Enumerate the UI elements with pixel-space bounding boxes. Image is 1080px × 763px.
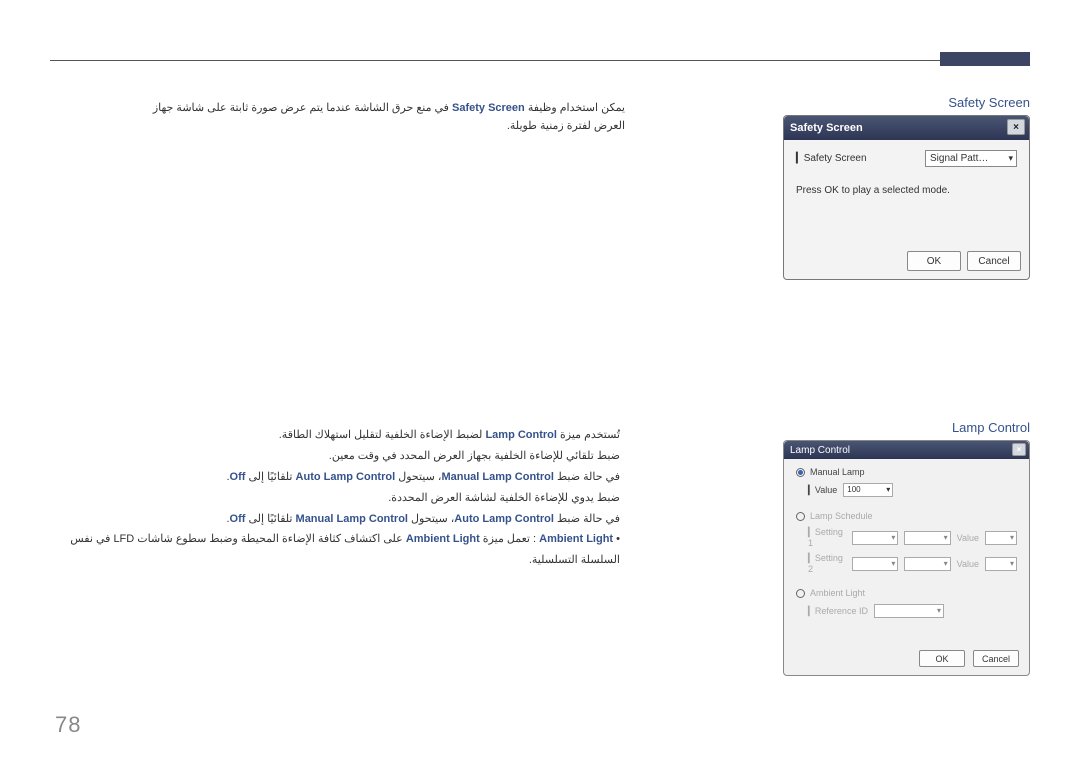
minute-select — [904, 531, 950, 545]
setting1-row: ▎Setting 1 Value — [808, 527, 1017, 548]
close-icon[interactable]: × — [1007, 119, 1025, 135]
setting2-row: ▎Setting 2 Value — [808, 553, 1017, 574]
text: ضبط تلقائي للإضاءة الخلفية بجهاز العرض ا… — [60, 446, 620, 467]
feature-name: Auto Lamp Control — [296, 471, 396, 483]
dialog-body: ▎Safety Screen Signal Patt… Press OK to … — [784, 140, 1029, 206]
lamp-control-heading: Lamp Control — [952, 420, 1030, 435]
text: تلقائيًا إلى — [245, 471, 295, 483]
value-label: Value — [957, 533, 979, 543]
feature-name: Ambient Light — [539, 533, 613, 545]
dialog-titlebar: Safety Screen × — [784, 116, 1029, 140]
dialog-body: Manual Lamp ▎Value 100 Lamp Schedule ▎Se… — [784, 459, 1029, 631]
value-label: ▎Value — [808, 485, 837, 496]
lamp-schedule-label: Lamp Schedule — [810, 511, 873, 521]
feature-name: Ambient Light — [406, 533, 480, 545]
page-number: 78 — [55, 712, 81, 738]
manual-lamp-radio-row[interactable]: Manual Lamp — [796, 467, 1017, 477]
text: : تعمل ميزة — [480, 533, 539, 545]
text: ، سيتحول — [395, 471, 441, 483]
radio-icon[interactable] — [796, 512, 805, 521]
safety-screen-dialog: Safety Screen × ▎Safety Screen Signal Pa… — [783, 115, 1030, 280]
ambient-light-label: Ambient Light — [810, 588, 865, 598]
minute-select — [904, 557, 950, 571]
text: في حالة ضبط — [554, 513, 620, 525]
value-row: ▎Value 100 — [808, 483, 1017, 497]
lamp-schedule-radio-row[interactable]: Lamp Schedule — [796, 511, 1017, 521]
ok-button[interactable]: OK — [907, 251, 961, 271]
dialog-message: Press OK to play a selected mode. — [796, 185, 1017, 196]
cancel-button[interactable]: Cancel — [967, 251, 1021, 271]
signal-pattern-select[interactable]: Signal Patt… — [925, 150, 1017, 167]
text: يمكن استخدام وظيفة — [525, 102, 625, 114]
dialog-title: Lamp Control — [790, 445, 850, 456]
ambient-light-radio-row[interactable]: Ambient Light — [796, 588, 1017, 598]
safety-screen-heading: Safety Screen — [948, 95, 1030, 110]
feature-name: Manual Lamp Control — [441, 471, 553, 483]
setting1-label: ▎Setting 1 — [808, 527, 846, 548]
ok-button[interactable]: OK — [919, 650, 965, 667]
dialog-title: Safety Screen — [790, 122, 863, 134]
value-select[interactable]: 100 — [843, 483, 893, 497]
value-select — [985, 531, 1017, 545]
reference-label: ▎Reference ID — [808, 606, 868, 617]
hour-select — [852, 531, 898, 545]
reference-row: ▎Reference ID — [808, 604, 1017, 618]
safety-screen-paragraph: يمكن استخدام وظيفة Safety Screen في منع … — [125, 100, 625, 135]
text: تلقائيًا إلى — [245, 513, 295, 525]
dialog-footer: OK Cancel — [919, 650, 1019, 667]
manual-lamp-label: Manual Lamp — [810, 467, 865, 477]
dialog-footer: OK Cancel — [907, 251, 1021, 271]
cancel-button[interactable]: Cancel — [973, 650, 1019, 667]
text: لضبط الإضاءة الخلفية لتقليل استهلاك الطا… — [279, 429, 486, 441]
lamp-control-dialog: Lamp Control × Manual Lamp ▎Value 100 La… — [783, 440, 1030, 676]
text: تُستخدم ميزة — [557, 429, 620, 441]
lamp-control-paragraphs: تُستخدم ميزة Lamp Control لضبط الإضاءة ا… — [60, 425, 620, 571]
off-label: Off — [230, 513, 246, 525]
top-rule — [50, 60, 1030, 61]
safety-screen-label: ▎Safety Screen — [796, 153, 867, 164]
text: ، سيتحول — [408, 513, 454, 525]
dialog-titlebar: Lamp Control × — [784, 441, 1029, 459]
value-label: Value — [957, 559, 979, 569]
feature-name: Manual Lamp Control — [296, 513, 408, 525]
radio-icon[interactable] — [796, 468, 805, 477]
text: ضبط يدوي للإضاءة الخلفية لشاشة العرض الم… — [60, 488, 620, 509]
feature-name: Safety Screen — [452, 102, 525, 114]
text: في حالة ضبط — [554, 471, 620, 483]
close-icon[interactable]: × — [1012, 443, 1026, 456]
off-label: Off — [230, 471, 246, 483]
hour-select — [852, 557, 898, 571]
reference-select — [874, 604, 944, 618]
setting2-label: ▎Setting 2 — [808, 553, 846, 574]
value-select — [985, 557, 1017, 571]
page-tab — [940, 52, 1030, 66]
feature-name: Lamp Control — [485, 429, 557, 441]
feature-name: Auto Lamp Control — [454, 513, 554, 525]
radio-icon[interactable] — [796, 589, 805, 598]
safety-screen-row: ▎Safety Screen Signal Patt… — [796, 150, 1017, 167]
